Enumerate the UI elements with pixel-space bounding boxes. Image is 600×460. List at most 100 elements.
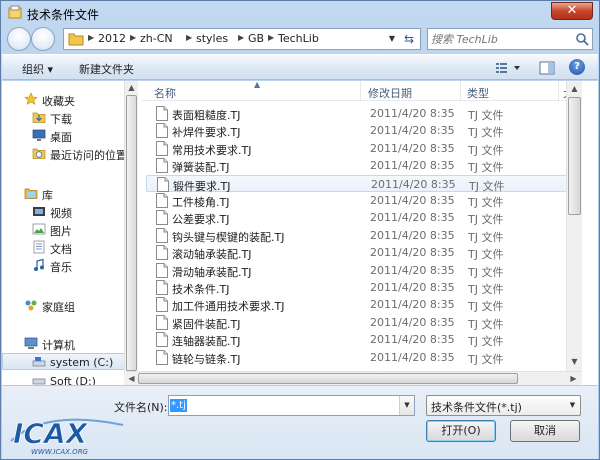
file-icon <box>156 227 168 243</box>
icax-logo: ICAX WWW.ICAX.ORG <box>10 417 124 456</box>
file-name: 连轴器装配.TJ <box>172 335 241 349</box>
horizontal-scrollbar[interactable]: ◀ ▶ <box>124 371 582 385</box>
navigation-scrollbar[interactable]: ▲ <box>124 81 138 385</box>
picture-library-icon <box>32 223 46 235</box>
file-row[interactable]: 锻件要求.TJ 2011/4/20 8:35 TJ 文件 <box>146 174 578 193</box>
nav-item-desktop[interactable]: 桌面 <box>2 127 126 144</box>
file-row[interactable]: 滚动轴承装配.TJ 2011/4/20 8:35 TJ 文件 <box>146 244 578 261</box>
scrollbar-thumb[interactable] <box>138 373 518 384</box>
column-header-name[interactable]: 名称 <box>154 85 176 101</box>
nav-item-videos[interactable]: 视频 <box>2 203 126 220</box>
column-divider[interactable] <box>558 81 559 101</box>
breadcrumb-arrow-icon[interactable]: ▶ <box>186 33 192 42</box>
breadcrumb-item[interactable]: TechLib <box>278 32 319 45</box>
file-modified-date: 2011/4/20 8:35 <box>370 124 455 138</box>
breadcrumb-item[interactable]: GB <box>248 32 264 45</box>
recent-places-icon <box>32 148 46 159</box>
open-button[interactable]: 打开(O) <box>426 420 496 442</box>
file-modified-date: 2011/4/20 8:35 <box>370 263 455 277</box>
breadcrumb-item[interactable]: 2012 <box>98 32 126 45</box>
file-row[interactable]: 加工件通用技术要求.TJ 2011/4/20 8:35 TJ 文件 <box>146 296 578 313</box>
close-button[interactable]: ✕ <box>551 2 593 20</box>
nav-item-documents[interactable]: 文档 <box>2 239 126 256</box>
chevron-down-icon[interactable]: ▼ <box>565 396 580 415</box>
breadcrumb-arrow-icon[interactable]: ▶ <box>268 33 274 42</box>
file-modified-date: 2011/4/20 8:35 <box>370 107 455 120</box>
nav-item-favorites[interactable]: 收藏夹 <box>2 91 126 108</box>
file-row[interactable]: 技术条件.TJ 2011/4/20 8:35 TJ 文件 <box>146 279 578 296</box>
nav-item-computer[interactable]: 计算机 <box>2 335 126 352</box>
file-row[interactable]: 紧固件装配.TJ 2011/4/20 8:35 TJ 文件 <box>146 314 578 331</box>
file-row[interactable]: 表面粗糙度.TJ 2011/4/20 8:35 TJ 文件 <box>146 105 578 122</box>
window-title: 技术条件文件 <box>27 8 100 22</box>
nav-item-recent-places[interactable]: 最近访问的位置 <box>2 145 127 162</box>
downloads-folder-icon <box>32 112 46 123</box>
command-toolbar: 组织 ▾ 新建文件夹 ? <box>2 54 598 80</box>
homegroup-icon <box>25 300 37 311</box>
change-view-icon[interactable] <box>494 60 522 76</box>
nav-item-pictures[interactable]: 图片 <box>2 221 126 238</box>
filename-input[interactable] <box>170 397 397 414</box>
help-button[interactable]: ? <box>569 59 585 75</box>
breadcrumb-arrow-icon[interactable]: ▶ <box>130 33 136 42</box>
nav-label: 最近访问的位置 <box>50 149 127 162</box>
file-row[interactable]: 滑动轴承装配.TJ 2011/4/20 8:35 TJ 文件 <box>146 262 578 279</box>
nav-item-downloads[interactable]: 下载 <box>2 109 126 126</box>
filename-selected-text: *.tj <box>170 399 187 412</box>
scroll-left-icon[interactable]: ◀ <box>124 372 139 386</box>
nav-label: 收藏夹 <box>42 95 75 108</box>
preview-pane-icon[interactable] <box>539 60 555 76</box>
file-row[interactable]: 工件棱角.TJ 2011/4/20 8:35 TJ 文件 <box>146 192 578 209</box>
nav-item-homegroup[interactable]: 家庭组 <box>2 297 126 314</box>
column-header-date[interactable]: 修改日期 <box>368 85 412 101</box>
search-icon[interactable] <box>575 32 589 46</box>
nav-item-drive-d[interactable]: Soft (D:) <box>2 373 126 385</box>
title-bar[interactable]: 技术条件文件 ✕ <box>1 1 599 25</box>
scroll-down-icon[interactable]: ▼ <box>567 355 582 369</box>
file-type-filter-select[interactable]: 技术条件文件(*.tj) ▼ <box>426 395 581 416</box>
scroll-up-icon[interactable]: ▲ <box>125 81 138 95</box>
refresh-icon[interactable]: ⇆ <box>400 29 418 49</box>
search-box[interactable] <box>427 28 593 50</box>
column-divider[interactable] <box>460 81 461 101</box>
breadcrumb-arrow-icon[interactable]: ▶ <box>238 33 244 42</box>
breadcrumb-arrow-icon[interactable]: ▶ <box>88 33 94 42</box>
file-row[interactable]: 公差要求.TJ 2011/4/20 8:35 TJ 文件 <box>146 209 578 226</box>
scroll-right-icon[interactable]: ▶ <box>566 372 581 386</box>
scrollbar-thumb[interactable] <box>126 95 137 371</box>
search-input[interactable] <box>431 31 571 47</box>
back-button[interactable] <box>7 27 31 51</box>
forward-button[interactable] <box>31 27 55 51</box>
file-row[interactable]: 连轴器装配.TJ 2011/4/20 8:35 TJ 文件 <box>146 331 578 348</box>
filename-combobox[interactable]: *.tj ▼ <box>168 395 415 416</box>
nav-item-libraries[interactable]: 库 <box>2 185 126 202</box>
file-row[interactable]: 钩头键与楔键的装配.TJ 2011/4/20 8:35 TJ 文件 <box>146 227 578 244</box>
address-dropdown-icon[interactable]: ▼ <box>384 29 400 49</box>
file-icon <box>157 176 169 192</box>
file-row[interactable]: 常用技术要求.TJ 2011/4/20 8:35 TJ 文件 <box>146 140 578 157</box>
scroll-up-icon[interactable]: ▲ <box>567 82 582 96</box>
scrollbar-thumb[interactable] <box>568 97 581 215</box>
file-icon <box>156 297 168 313</box>
cancel-button[interactable]: 取消 <box>510 420 580 442</box>
organize-button[interactable]: 组织 ▾ <box>22 61 53 77</box>
file-icon <box>156 262 168 278</box>
column-header-type[interactable]: 类型 <box>467 85 489 101</box>
nav-item-drive-c[interactable]: system (C:) <box>2 353 126 370</box>
file-row[interactable]: 链轮与链条.TJ 2011/4/20 8:35 TJ 文件 <box>146 349 578 366</box>
nav-label: 文档 <box>50 243 72 256</box>
file-row[interactable]: 弹簧装配.TJ 2011/4/20 8:35 TJ 文件 <box>146 157 578 174</box>
breadcrumb-item[interactable]: styles <box>196 32 228 45</box>
file-name: 链轮与链条.TJ <box>172 352 241 366</box>
breadcrumb-item[interactable]: zh-CN <box>140 32 173 45</box>
dialog-app-icon <box>8 5 22 19</box>
file-name: 滑动轴承装配.TJ <box>172 265 252 279</box>
address-bar[interactable]: ▶ 2012 ▶ zh-CN ▶ styles ▶ GB ▶ TechLib ▼… <box>63 28 421 50</box>
new-folder-button[interactable]: 新建文件夹 <box>79 61 134 77</box>
nav-item-music[interactable]: 音乐 <box>2 257 126 274</box>
file-list-scrollbar[interactable]: ▲ ▼ <box>566 81 582 385</box>
column-divider[interactable] <box>360 81 361 101</box>
chevron-down-icon[interactable]: ▼ <box>399 396 414 415</box>
file-row[interactable]: 补焊件要求.TJ 2011/4/20 8:35 TJ 文件 <box>146 122 578 139</box>
nav-label: 家庭组 <box>42 301 75 314</box>
